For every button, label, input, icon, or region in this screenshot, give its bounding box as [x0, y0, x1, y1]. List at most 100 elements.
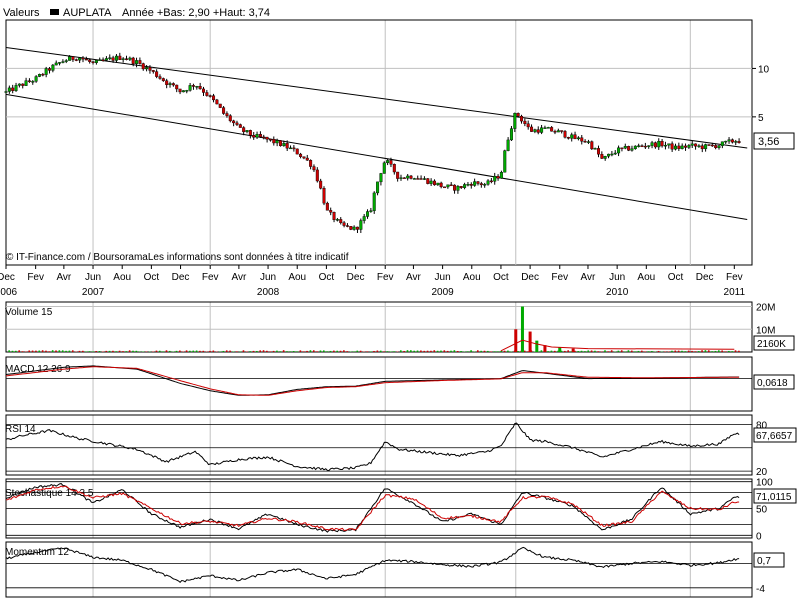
candle-body [35, 77, 38, 82]
volume-bar [129, 350, 131, 352]
candle-body [256, 134, 259, 137]
candle-body [564, 131, 567, 137]
candle-body [58, 62, 61, 63]
volume-bar [631, 351, 633, 352]
volume-bar [454, 350, 456, 352]
volume-bar [541, 350, 543, 352]
series-line-1 [6, 547, 739, 582]
volume-bar [266, 351, 268, 352]
momentum-last-label: 0,7 [757, 556, 771, 567]
volume-bar [567, 350, 569, 352]
candle-body [487, 181, 490, 184]
volume-bar [239, 351, 241, 352]
volume-bar [510, 351, 512, 352]
x-tick-label: Oct [668, 272, 684, 283]
candle-body [370, 211, 373, 212]
volume-bar [340, 351, 342, 352]
candle-body [115, 56, 118, 60]
header-label: Valeurs [3, 7, 40, 19]
volume-bar [467, 351, 469, 352]
candle-body [701, 146, 704, 149]
volume-bar [233, 351, 235, 352]
volume-bar [269, 351, 271, 352]
candle-body [497, 176, 500, 178]
candle-body [534, 130, 537, 132]
candle-body [503, 151, 506, 173]
header: Valeurs AUPLATA Année +Bas: 2,90 +Haut: … [3, 7, 270, 19]
candle-body [139, 60, 142, 63]
candle-body [242, 128, 245, 132]
candle-body [473, 182, 476, 186]
candle-body [169, 83, 172, 84]
candle-body [413, 178, 416, 179]
candle-body [323, 188, 326, 203]
candle-body [664, 145, 667, 146]
volume-bar [681, 351, 683, 352]
candle-body [155, 72, 158, 77]
candle-body [587, 142, 590, 143]
volume-last-label: 2160K [757, 339, 786, 350]
series-line-2 [6, 367, 739, 396]
candle-body [443, 187, 446, 188]
series-line-1 [6, 423, 739, 470]
price-y-tick-label: 10 [758, 64, 770, 75]
panel-y-tick-label: -4 [756, 584, 765, 595]
volume-bar [377, 351, 379, 352]
candle-body [510, 129, 513, 140]
candle-body [467, 184, 470, 185]
volume-bar [276, 351, 278, 352]
volume-bar [149, 351, 151, 352]
macd-last-label: 0,0618 [757, 378, 788, 389]
price-y-tick-label: 5 [758, 113, 764, 124]
x-year-label: 2010 [606, 287, 629, 298]
volume-bar [192, 351, 194, 352]
volume-bar [591, 350, 593, 352]
candle-body [567, 137, 570, 138]
volume-bar [594, 351, 596, 352]
candle-body [490, 181, 493, 182]
volume-bar [367, 351, 369, 352]
volume-bar [189, 351, 191, 352]
candle-body [45, 69, 48, 75]
panel-y-tick-label: 50 [756, 505, 768, 516]
candle-body [641, 146, 644, 147]
volume-bar [651, 351, 653, 352]
x-tick-label: Avr [56, 272, 71, 283]
x-tick-label: Avr [406, 272, 421, 283]
volume-bar [444, 350, 446, 352]
candle-body [162, 78, 165, 80]
volume-bar [413, 351, 415, 352]
candle-body [517, 113, 520, 116]
candle-body [296, 149, 299, 154]
candle-body [380, 173, 383, 181]
candle-body [272, 139, 275, 143]
candle-body [738, 141, 741, 142]
volume-bar [52, 350, 54, 352]
candle-body [339, 219, 342, 222]
volume-bar [256, 351, 258, 352]
volume-bar [350, 351, 352, 352]
volume-bar [290, 351, 292, 352]
volume-y-tick-label: 20M [756, 303, 775, 314]
volume-bar [49, 351, 51, 352]
candle-body [580, 138, 583, 142]
candle-body [62, 62, 65, 63]
volume-bar [223, 351, 225, 352]
candle-body [31, 81, 34, 82]
trend-channel-lower [6, 94, 747, 219]
candle-body [279, 140, 282, 145]
volume-bar [92, 351, 94, 352]
price-last-value: 3,56 [754, 133, 794, 149]
volume-bar [82, 351, 84, 352]
volume-bar [514, 329, 517, 352]
candle-body [457, 186, 460, 190]
volume-bar [624, 351, 626, 352]
volume-bar [246, 351, 248, 352]
volume-bar [199, 351, 201, 352]
volume-bar [711, 351, 713, 352]
x-tick-label: Dec [696, 272, 714, 283]
candle-body [493, 176, 496, 181]
volume-bar [718, 350, 720, 352]
candle-body [557, 131, 560, 133]
volume-bar [721, 350, 723, 352]
